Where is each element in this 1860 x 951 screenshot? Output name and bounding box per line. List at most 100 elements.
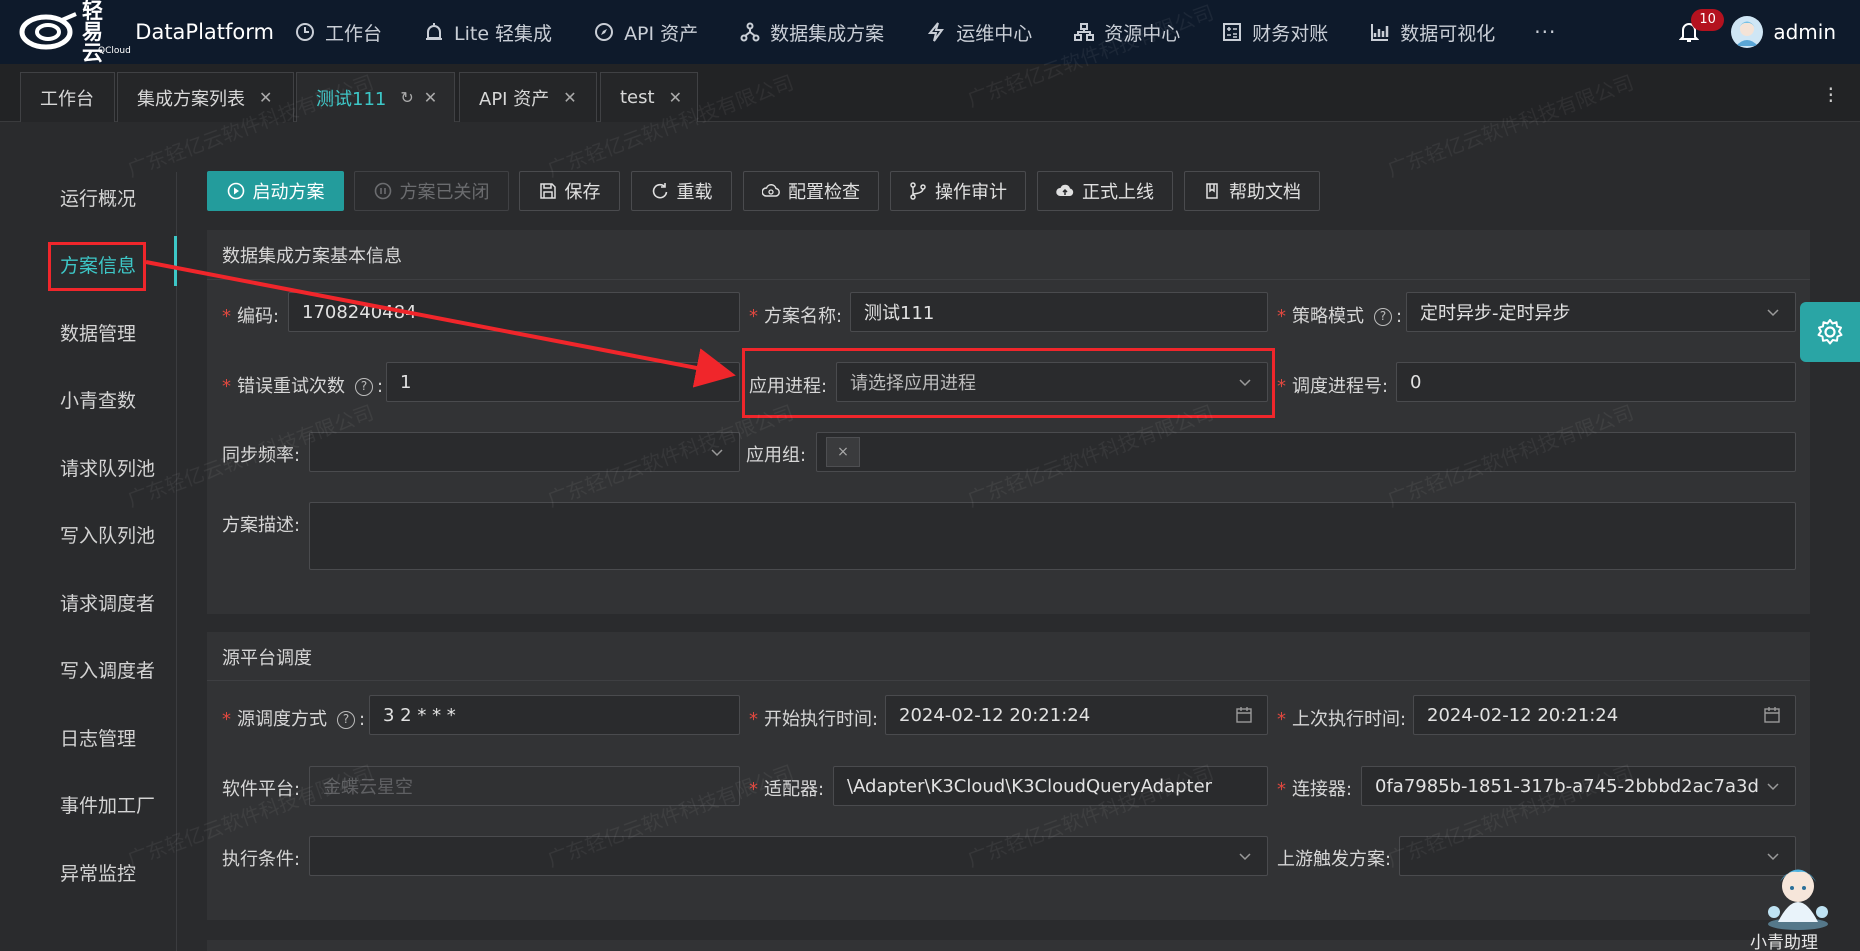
platform-input[interactable]: 金蝶云星空 [309, 766, 740, 806]
nodes-icon [740, 22, 760, 42]
source-mode-label: * 源调度方式?: [222, 709, 366, 730]
condition-select[interactable] [309, 836, 1268, 876]
highlight-box-process [742, 348, 1275, 418]
nav-workbench[interactable]: 工作台 [274, 0, 403, 64]
plan-name-input[interactable]: 测试111 [850, 292, 1268, 332]
notification-button[interactable]: 10 [1669, 9, 1724, 52]
connector-select[interactable]: 0fa7985b-1851-317b-a745-2bbbd2ac7a3d [1361, 766, 1796, 806]
user-name[interactable]: admin [1773, 20, 1836, 44]
calculator-icon [1223, 23, 1242, 41]
button-label: 启动方案 [252, 182, 325, 203]
play-circle-icon [227, 182, 244, 200]
help-doc-button[interactable]: 帮助文档 [1184, 171, 1320, 211]
nav-ops-center[interactable]: 运维中心 [905, 0, 1053, 64]
start-time-picker[interactable]: 2024-02-12 20:21:24 [885, 695, 1268, 735]
close-icon[interactable]: ✕ [259, 88, 272, 107]
close-icon[interactable]: ✕ [669, 88, 682, 107]
panel-title: 源平台调度 [222, 648, 312, 669]
tab-label: API 资产 [479, 88, 550, 110]
code-label: * 编码: [222, 306, 280, 327]
more-vertical-icon[interactable]: · · · [1828, 79, 1834, 111]
sidebar-item-request-scheduler[interactable]: 请求调度者 [60, 589, 155, 616]
nav-integration-plans[interactable]: 数据集成方案 [719, 0, 905, 64]
chevron-down-icon [1767, 309, 1779, 317]
nav-api-assets[interactable]: API 资产 [573, 0, 719, 64]
sidebar-item-data-management[interactable]: 数据管理 [60, 319, 136, 346]
next-panel [207, 940, 1810, 951]
audit-button[interactable]: 操作审计 [890, 171, 1026, 211]
nav-more-button[interactable]: ··· [1516, 20, 1574, 44]
nav-label: 数据集成方案 [770, 22, 885, 45]
source-mode-input[interactable]: 3 2 * * * [369, 695, 740, 735]
book-icon [1206, 183, 1218, 199]
highlight-box-sidebar [48, 242, 146, 291]
nav-finance[interactable]: 财务对账 [1201, 0, 1349, 64]
sidebar-item-logs[interactable]: 日志管理 [60, 724, 136, 751]
sidebar-item-write-queue[interactable]: 写入队列池 [60, 521, 155, 548]
compass-icon [595, 23, 614, 41]
code-input[interactable]: 1708240484 [288, 292, 740, 332]
connector-label: * 连接器: [1277, 779, 1353, 800]
cloud-upload-icon [1056, 184, 1074, 196]
sync-freq-select[interactable] [309, 432, 740, 472]
panel-title: 数据集成方案基本信息 [222, 246, 402, 267]
calendar-icon [1236, 707, 1252, 723]
sync-freq-label: 同步频率: [222, 445, 301, 466]
nav-resource-center[interactable]: 资源中心 [1053, 0, 1201, 64]
nav-visualization[interactable]: 数据可视化 [1349, 0, 1516, 64]
strategy-label: * 策略模式?: [1277, 306, 1403, 327]
nav-lite[interactable]: Lite 轻集成 [403, 0, 573, 64]
avatar[interactable] [1731, 16, 1764, 48]
sidebar-item-request-queue[interactable]: 请求队列池 [60, 454, 155, 481]
adapter-label: * 适配器: [749, 779, 825, 800]
chart-icon [1371, 24, 1389, 41]
chevron-down-icon [1239, 853, 1251, 861]
nav-right: 10 admin [1669, 0, 1860, 64]
reload-button[interactable]: 重载 [631, 171, 732, 211]
sidebar-item-exception-monitor[interactable]: 异常监控 [60, 859, 136, 886]
nav-label: 运维中心 [956, 22, 1033, 45]
refresh-icon[interactable]: ↻ [400, 88, 413, 107]
app-group-select[interactable]: × [816, 432, 1796, 472]
divider [207, 680, 1810, 681]
app-group-label: 应用组: [746, 445, 807, 466]
save-button[interactable]: 保存 [519, 171, 620, 211]
nav-label: 工作台 [325, 22, 383, 45]
sidebar-item-event-factory[interactable]: 事件加工厂 [60, 791, 155, 818]
lightning-icon [928, 22, 945, 42]
button-label: 正式上线 [1082, 182, 1154, 203]
tab-plan-list[interactable]: 集成方案列表 ✕ [117, 72, 294, 122]
tab-workbench[interactable]: 工作台 [20, 72, 115, 122]
adapter-input[interactable]: \Adapter\K3Cloud\K3CloudQueryAdapter [833, 766, 1268, 806]
close-icon[interactable]: ✕ [424, 88, 437, 107]
reload-icon [652, 183, 667, 199]
plan-name-label: * 方案名称: [749, 306, 843, 327]
close-icon[interactable]: ✕ [563, 88, 576, 107]
sidebar-item-write-scheduler[interactable]: 写入调度者 [60, 656, 155, 683]
settings-float-button[interactable] [1800, 302, 1860, 362]
gear-icon [1817, 319, 1843, 345]
logo[interactable]: 轻易云 QCloud DataPlatform [18, 0, 274, 64]
desc-textarea[interactable] [309, 502, 1796, 570]
tag-remove-icon[interactable]: × [826, 437, 860, 467]
go-live-button[interactable]: 正式上线 [1037, 171, 1173, 211]
button-label: 方案已关闭 [399, 182, 490, 203]
retry-input[interactable]: 1 [386, 362, 740, 402]
plan-closed-button[interactable]: 方案已关闭 [354, 171, 509, 211]
start-plan-button[interactable]: 启动方案 [207, 171, 344, 211]
desc-label: 方案描述: [222, 515, 301, 536]
tab-test111[interactable]: 测试111 ↻ ✕ [296, 72, 455, 122]
assistant-mascot-icon [1768, 869, 1828, 930]
nav-label: 财务对账 [1252, 22, 1329, 45]
button-label: 保存 [564, 182, 601, 203]
config-check-button[interactable]: 配置检查 [743, 171, 879, 211]
assistant-label[interactable]: 小青助理 [1750, 928, 1818, 951]
sidebar-item-overview[interactable]: 运行概况 [60, 184, 136, 211]
last-time-picker[interactable]: 2024-02-12 20:21:24 [1413, 695, 1796, 735]
schedule-no-input[interactable]: 0 [1396, 362, 1796, 402]
upstream-select[interactable] [1399, 836, 1796, 876]
tab-test[interactable]: test ✕ [600, 72, 698, 122]
sidebar-item-data-query[interactable]: 小青查数 [60, 386, 136, 413]
tab-api-assets[interactable]: API 资产 ✕ [459, 72, 597, 122]
strategy-select[interactable]: 定时异步-定时异步 [1406, 292, 1796, 332]
